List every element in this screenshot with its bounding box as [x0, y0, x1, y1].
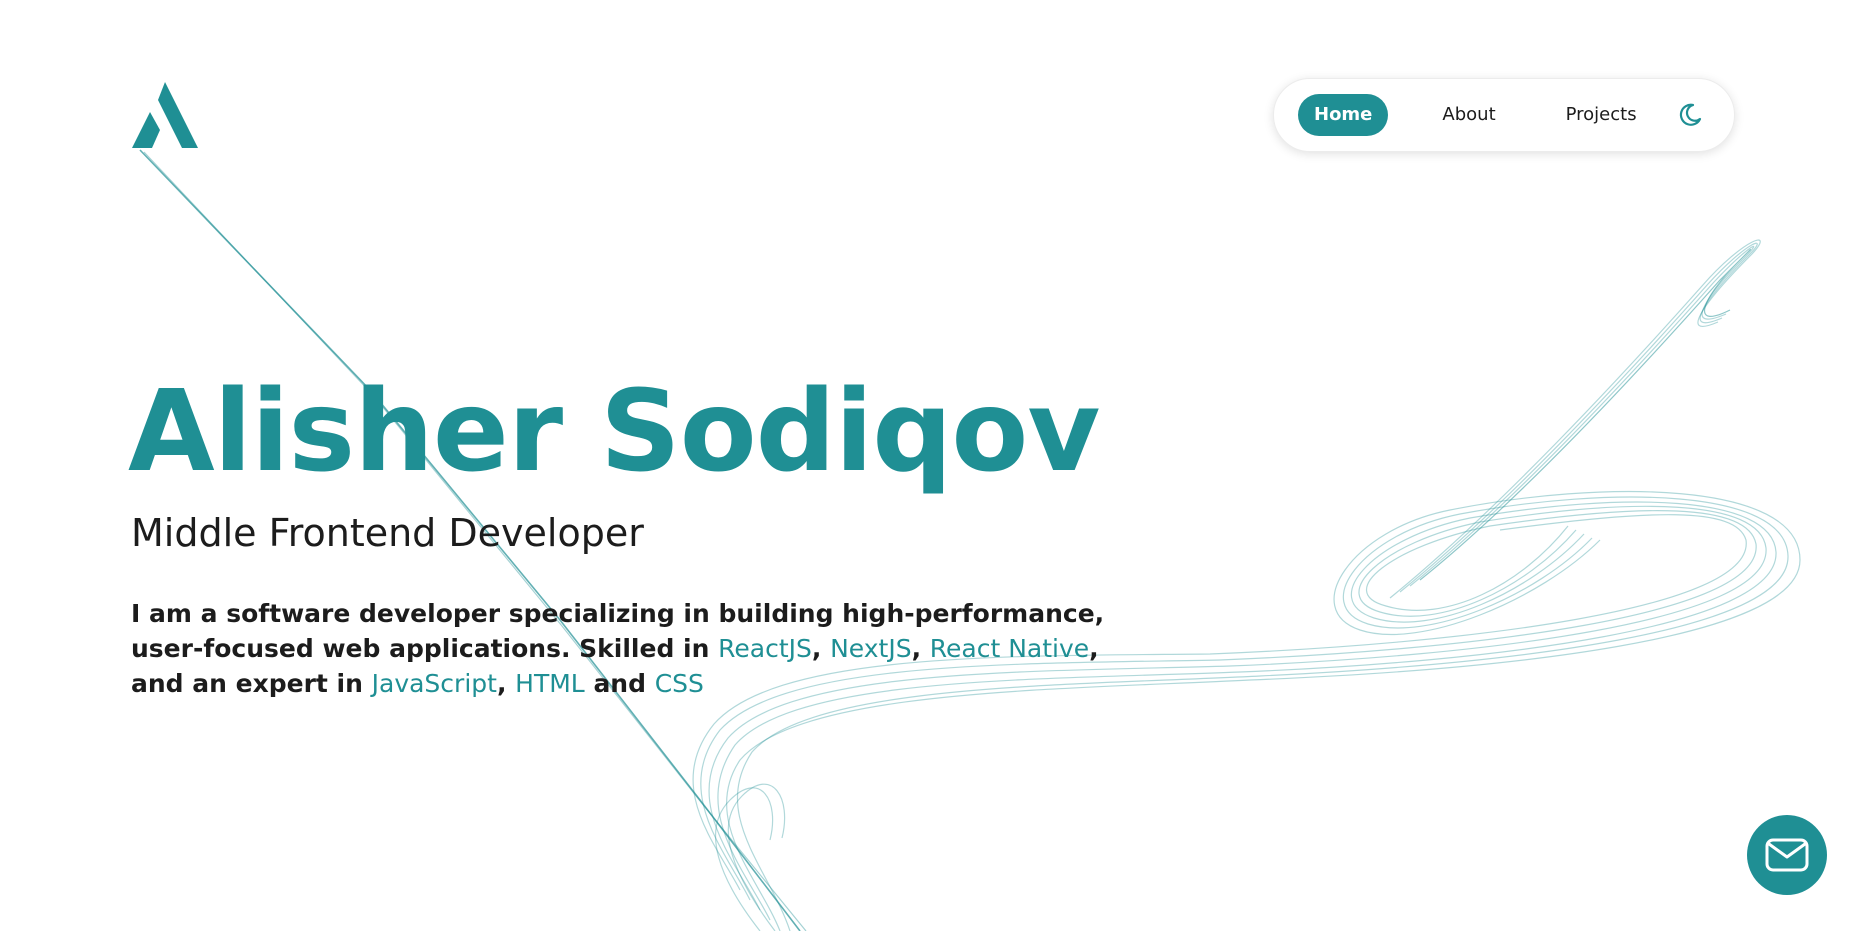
moon-icon	[1679, 103, 1701, 126]
hero-name: Alisher Sodiqov	[128, 367, 1100, 497]
nav-projects[interactable]: Projects	[1550, 94, 1653, 136]
theme-toggle-button[interactable]	[1675, 100, 1705, 130]
desc-and: and	[584, 669, 655, 698]
hero-description: I am a software developer specializing i…	[131, 596, 1121, 701]
page: Home About Projects Alisher Sodiqov Midd…	[0, 0, 1860, 931]
hero-role: Middle Frontend Developer	[131, 511, 644, 555]
desc-sep-3: ,	[496, 669, 516, 698]
a-letter-logo-icon	[132, 82, 198, 148]
contact-mail-button[interactable]	[1747, 815, 1827, 895]
desc-sep-2: ,	[911, 634, 930, 663]
skill-css-link[interactable]: CSS	[655, 669, 704, 698]
desc-sep-1: ,	[811, 634, 831, 663]
skill-reactjs-link[interactable]: ReactJS	[718, 634, 812, 663]
site-logo[interactable]	[132, 82, 198, 148]
skill-react-native-link[interactable]: React Native	[930, 634, 1089, 663]
mail-icon	[1765, 838, 1809, 872]
skill-javascript-link[interactable]: JavaScript	[372, 669, 497, 698]
skill-html-link[interactable]: HTML	[515, 669, 585, 698]
main-nav: Home About Projects	[1273, 78, 1735, 152]
nav-about[interactable]: About	[1426, 94, 1511, 136]
nav-home[interactable]: Home	[1298, 94, 1389, 136]
skill-nextjs-link[interactable]: NextJS	[830, 634, 911, 663]
